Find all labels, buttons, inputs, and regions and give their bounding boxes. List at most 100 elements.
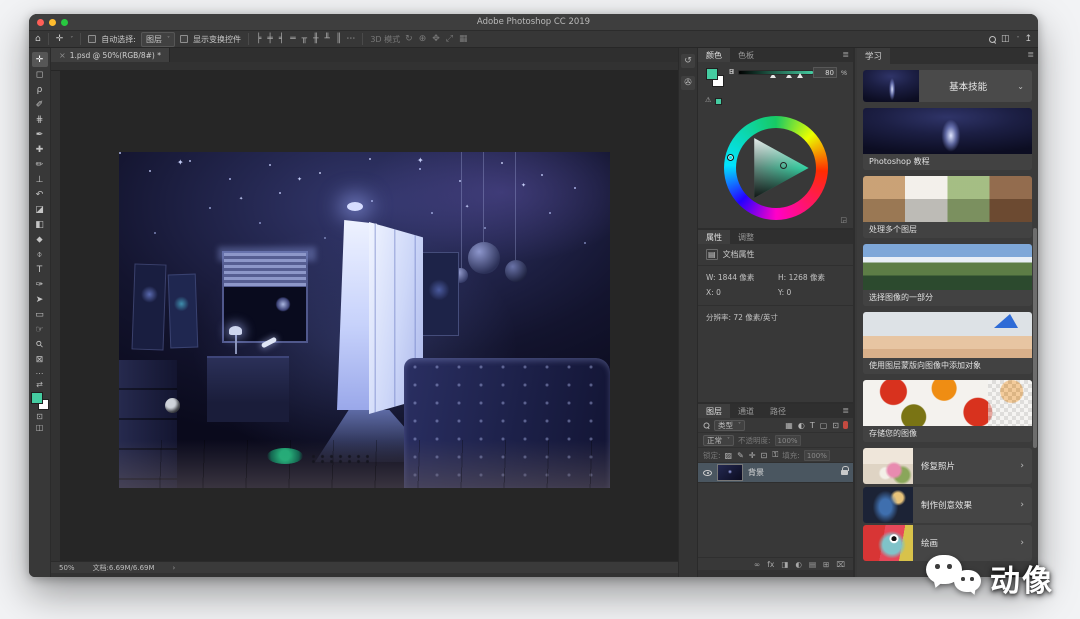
gamut-warning-icon[interactable]: ⚠ (705, 96, 711, 104)
tutorial-row[interactable]: 修复照片 › (863, 448, 1032, 484)
device-preview-panel-icon[interactable]: ✇ (681, 76, 695, 90)
new-layer-icon[interactable]: ⊞ (823, 560, 829, 569)
pen-tool[interactable]: ✑ (32, 277, 48, 292)
history-brush-tool[interactable]: ↶ (32, 187, 48, 202)
quick-selection-tool[interactable]: ✐ (32, 97, 48, 112)
tutorial-card[interactable]: 处理多个图层 (863, 176, 1032, 238)
panel-menu-icon[interactable]: ≣ (842, 406, 849, 415)
filter-adjustment-layers-icon[interactable]: ◐ (798, 421, 805, 430)
sb-selector[interactable] (780, 162, 787, 169)
layer-style-icon[interactable]: fx (767, 560, 774, 569)
foreground-color-swatch[interactable] (706, 68, 718, 80)
layer-row-background[interactable]: 背景 (698, 463, 853, 483)
workspace-switcher-icon[interactable]: ◫ (1001, 34, 1010, 44)
healing-brush-tool[interactable]: ✚ (32, 142, 48, 157)
eraser-tool[interactable]: ◪ (32, 202, 48, 217)
align-left-edges-icon[interactable]: ╞ (256, 34, 261, 44)
filter-pixel-layers-icon[interactable]: ▦ (785, 421, 793, 430)
layer-thumbnail[interactable] (717, 464, 743, 481)
panel-menu-icon[interactable]: ≣ (842, 50, 849, 59)
tutorial-row[interactable]: 制作创意效果 › (863, 487, 1032, 523)
adjustment-layer-icon[interactable]: ◐ (795, 560, 802, 569)
lock-transparency-icon[interactable]: ▨ (725, 451, 733, 460)
learn-section-basic-skills[interactable]: 基本技能 ⌄ (863, 70, 1032, 102)
crop-tool[interactable]: ⋕ (32, 112, 48, 127)
close-tab-icon[interactable]: × (59, 51, 66, 60)
marquee-tool[interactable]: ◻ (32, 67, 48, 82)
quick-mask-icon[interactable]: ⊡ (36, 412, 43, 421)
document-tab[interactable]: × 1.psd @ 50%(RGB/8#) * (51, 48, 170, 62)
slider-value-field[interactable]: 80 (813, 67, 837, 78)
align-right-edges-icon[interactable]: ╡ (279, 34, 284, 44)
filter-type-dropdown[interactable]: 类型˅ (714, 420, 745, 431)
tutorial-card[interactable]: 选择图像的一部分 (863, 244, 1032, 306)
shape-tool[interactable]: ▭ (32, 307, 48, 322)
filter-smart-objects-icon[interactable]: ⊡ (832, 421, 839, 430)
tab-adjustments[interactable]: 调整 (730, 230, 762, 244)
tab-channels[interactable]: 通道 (730, 404, 762, 418)
lock-all-icon[interactable]: ⚿ (772, 450, 778, 460)
blend-mode-dropdown[interactable]: 正常˅ (703, 435, 734, 446)
vertical-ruler[interactable]: 2001000100200300400500600700800900100011… (51, 71, 61, 561)
filter-type-layers-icon[interactable]: T (810, 421, 815, 430)
slider-thumb[interactable] (797, 73, 803, 78)
layer-visibility-eye-icon[interactable] (703, 470, 712, 476)
tab-swatches[interactable]: 色板 (730, 48, 762, 62)
gamut-color-swatch[interactable] (715, 98, 722, 105)
swap-colors-icon[interactable]: ⇄ (36, 380, 43, 389)
horizontal-ruler[interactable]: 2001000100200300400500600700800900100011… (51, 62, 678, 71)
move-tool[interactable]: ✛ (32, 52, 48, 67)
fill-field[interactable]: 100% (804, 450, 830, 461)
link-layers-icon[interactable]: ∞ (754, 560, 760, 569)
color-wheel[interactable]: ◲ (698, 114, 853, 226)
tab-layers[interactable]: 图层 (698, 404, 730, 418)
tutorial-card[interactable]: 使用图层蒙版向图像中添加对象 (863, 312, 1032, 374)
tool-preset-caret-icon[interactable]: ˅ (70, 36, 73, 43)
tutorial-card[interactable]: 存储您的图像 (863, 380, 1032, 442)
layer-group-icon[interactable]: ▤ (809, 560, 816, 569)
layer-mask-icon[interactable]: ◨ (781, 560, 788, 569)
tab-learn[interactable]: 学习 (857, 48, 890, 64)
dodge-tool[interactable]: ⌽ (32, 247, 48, 262)
filter-shape-layers-icon[interactable]: ▢ (820, 421, 828, 430)
distribute-vertical-icon[interactable]: ╨ (325, 34, 330, 44)
status-chevron-icon[interactable]: › (173, 564, 176, 572)
type-tool[interactable]: T (32, 262, 48, 277)
foreground-color-swatch[interactable] (31, 392, 43, 404)
canvas-pasteboard[interactable]: 2001000100200300400500600700800900100011… (51, 71, 678, 561)
eyedropper-tool[interactable]: ✒ (32, 127, 48, 142)
tutorial-card[interactable]: Photoshop 教程 (863, 108, 1032, 170)
history-panel-icon[interactable]: ↺ (681, 54, 695, 68)
align-horizontal-centers-icon[interactable]: ╪ (267, 34, 272, 44)
align-vertical-centers-icon[interactable]: ╥ (302, 34, 307, 44)
lock-paint-icon[interactable]: ✎ (737, 451, 744, 460)
panel-menu-icon[interactable]: ≣ (1027, 50, 1034, 59)
path-selection-tool[interactable]: ➤ (32, 292, 48, 307)
lock-position-icon[interactable]: ✛ (749, 451, 756, 460)
align-top-edges-icon[interactable]: ═ (290, 34, 295, 44)
zoom-level-field[interactable]: 50% (59, 564, 75, 572)
hue-selector[interactable] (727, 154, 734, 161)
show-transform-checkbox[interactable] (180, 35, 188, 43)
home-icon[interactable]: ⌂ (35, 34, 41, 44)
current-tool-icon[interactable]: ✛ (56, 34, 64, 44)
auto-select-checkbox[interactable] (88, 35, 96, 43)
search-icon[interactable] (989, 36, 996, 43)
tab-paths[interactable]: 路径 (762, 404, 794, 418)
distribute-horizontal-icon[interactable]: ╫ (313, 34, 318, 44)
opacity-field[interactable]: 100% (775, 435, 801, 446)
distribute-spacing-icon[interactable]: ║ (336, 34, 341, 44)
clone-stamp-tool[interactable]: ⊥ (32, 172, 48, 187)
learn-scrollbar[interactable] (1033, 228, 1037, 448)
filter-toggle[interactable] (843, 421, 848, 429)
lock-artboard-icon[interactable]: ⊡ (761, 451, 768, 460)
auto-select-target-dropdown[interactable]: 图层 ˅ (141, 32, 175, 47)
canvas-image[interactable] (119, 152, 610, 488)
screen-mode-icon[interactable]: ◫ (36, 423, 44, 432)
tab-color[interactable]: 颜色 (698, 48, 730, 62)
edit-toolbar-icon[interactable]: ⋯ (36, 369, 44, 378)
lasso-tool[interactable]: ρ (32, 82, 48, 97)
delete-layer-icon[interactable]: ⌧ (836, 560, 845, 569)
share-icon[interactable]: ↥ (1024, 34, 1032, 44)
brush-tool[interactable]: ✏ (32, 157, 48, 172)
